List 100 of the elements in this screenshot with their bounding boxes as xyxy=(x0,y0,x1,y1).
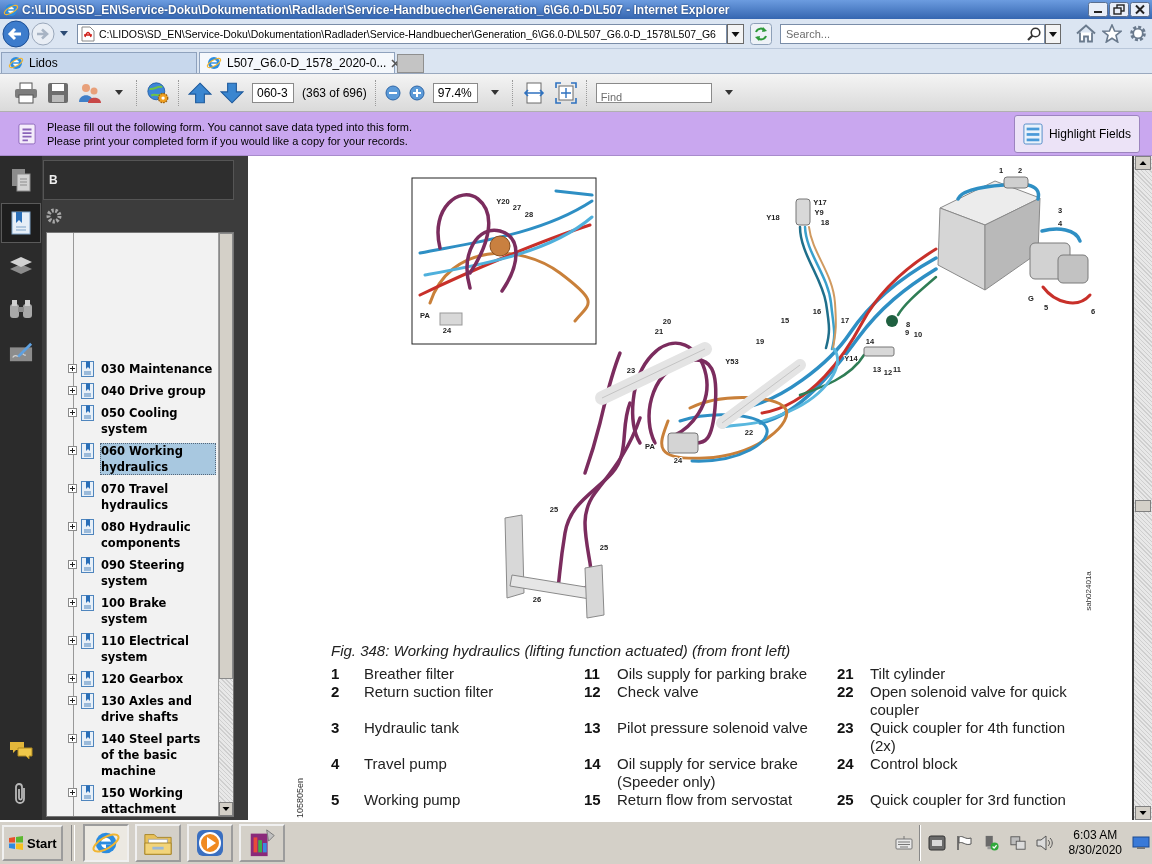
expand-icon[interactable] xyxy=(68,446,77,455)
browser-tab[interactable]: Lidos xyxy=(1,52,197,73)
arrow-down-icon[interactable] xyxy=(220,81,244,104)
bookmark-item[interactable]: 090 Steering system xyxy=(100,557,216,589)
address-field[interactable]: C:\LIDOS\SD_EN\Service-Doku\Dokumentation\Radlader\Service-Handbuecher\Generation_6\G6.0-D\L507_G6.0-D_1578\L507_G6 xyxy=(77,23,727,44)
home-icon[interactable] xyxy=(1076,24,1096,43)
search-dropdown-button[interactable] xyxy=(1045,23,1061,44)
keyboard-icon[interactable] xyxy=(894,835,913,851)
legend-number: 14 xyxy=(584,755,602,773)
expand-icon[interactable] xyxy=(68,636,77,645)
bookmark-item[interactable]: 100 Brake system xyxy=(100,595,216,627)
close-button[interactable] xyxy=(1130,2,1150,17)
page-number-field[interactable]: 060-3 xyxy=(252,82,294,103)
expand-icon[interactable] xyxy=(68,484,77,493)
arrow-up-icon[interactable] xyxy=(188,81,212,104)
bookmark-page-icon xyxy=(81,383,94,399)
taskbar-button[interactable] xyxy=(238,824,285,862)
expand-icon[interactable] xyxy=(68,522,77,531)
bookmark-item[interactable]: 120 Gearbox xyxy=(100,671,185,687)
bookmark-item[interactable]: 140 Steel parts of the basic machine xyxy=(100,731,216,779)
expand-icon[interactable] xyxy=(68,696,77,705)
legend-number: 11 xyxy=(584,665,601,683)
scroll-down-button[interactable] xyxy=(219,802,233,816)
browser-tab[interactable]: L507_G6.0-D_1578_2020-0... xyxy=(199,52,395,73)
figure-caption: Fig. 348: Working hydraulics (lifting function actuated) (from front left) xyxy=(331,642,792,660)
scrollbar-thumb[interactable] xyxy=(219,233,233,679)
fit-page-icon[interactable] xyxy=(553,81,578,104)
hydraulic-hose xyxy=(1040,227,1082,243)
scrollbar-thumb[interactable] xyxy=(1135,500,1151,512)
globe-gear-icon[interactable] xyxy=(146,81,170,104)
bookmark-item[interactable]: 070 Travel hydraulics xyxy=(100,481,216,513)
control-block-drawing xyxy=(667,432,699,454)
caret-icon[interactable] xyxy=(60,31,68,36)
printer-icon[interactable] xyxy=(14,81,38,104)
gear-icon[interactable] xyxy=(46,208,62,224)
scrollbar[interactable] xyxy=(1132,156,1152,820)
bookmark-item[interactable]: 080 Hydraulic components xyxy=(100,519,216,551)
windows-logo-icon xyxy=(8,835,24,851)
legend-text: Travel pump xyxy=(364,755,448,773)
bookmark-item[interactable]: 150 Working attachment xyxy=(100,785,216,817)
expand-icon[interactable] xyxy=(68,734,77,743)
caret-icon[interactable] xyxy=(490,90,499,95)
people-icon[interactable] xyxy=(78,81,102,104)
bookmark-page-icon xyxy=(81,693,94,709)
start-button[interactable]: Start xyxy=(2,825,63,861)
speaker-icon[interactable] xyxy=(1035,835,1054,851)
bookmark-item[interactable]: 130 Axles and drive shafts xyxy=(100,693,216,725)
expand-icon[interactable] xyxy=(68,598,77,607)
legend-text: Pilot pressure solenoid valve xyxy=(617,719,809,737)
sidebar-tab[interactable] xyxy=(1,203,41,243)
expand-icon[interactable] xyxy=(68,788,77,797)
bookmark-item[interactable]: 060 Working hydraulics xyxy=(100,443,216,475)
zoom-in-icon[interactable] xyxy=(408,84,425,101)
network-icon[interactable] xyxy=(1008,835,1027,851)
expand-icon[interactable] xyxy=(68,560,77,569)
flag-icon[interactable] xyxy=(954,835,973,851)
bookmark-page-icon xyxy=(81,633,94,649)
zoom-out-icon[interactable] xyxy=(384,84,401,101)
bookmark-item[interactable]: 030 Maintenance xyxy=(100,361,214,377)
bookmark-item[interactable]: 110 Electrical system xyxy=(100,633,216,665)
star-icon[interactable] xyxy=(1102,24,1122,43)
expand-icon[interactable] xyxy=(68,386,77,395)
back-button[interactable] xyxy=(2,19,30,48)
search-field[interactable]: Search... xyxy=(780,23,1045,44)
signature-icon xyxy=(9,340,33,364)
form-notice-text: Please fill out the following form. You cannot save data typed into this form. xyxy=(47,119,413,134)
caret-icon[interactable] xyxy=(724,90,733,95)
bookmark-item[interactable]: 040 Drive group xyxy=(100,383,207,399)
fit-width-icon[interactable] xyxy=(521,81,546,104)
hydraulic-hose xyxy=(1041,285,1092,305)
window-icon[interactable] xyxy=(927,835,946,851)
scroll-up-button[interactable] xyxy=(1135,156,1151,170)
caret-icon[interactable] xyxy=(115,90,123,95)
pages-icon xyxy=(9,168,33,192)
scrollbar[interactable] xyxy=(218,233,233,816)
legend-number: 24 xyxy=(837,755,855,773)
find-field[interactable]: Find xyxy=(595,82,712,103)
taskbar-button[interactable] xyxy=(82,824,129,862)
highlight-fields-button[interactable]: Highlight Fields xyxy=(1013,114,1140,153)
taskbar-button[interactable] xyxy=(186,824,233,862)
address-dropdown-button[interactable] xyxy=(727,23,744,44)
legend-text: Control block xyxy=(870,755,959,773)
settings-icon[interactable] xyxy=(1128,24,1148,43)
expand-icon[interactable] xyxy=(68,364,77,373)
zoom-field[interactable]: 97.4% xyxy=(432,82,478,103)
save-icon[interactable] xyxy=(46,81,70,104)
legend-text: Open solenoid valve for quick coupler xyxy=(870,683,1068,719)
search-icon[interactable] xyxy=(1027,26,1041,41)
legend-text: Return suction filter xyxy=(364,683,495,701)
scroll-down-button[interactable] xyxy=(1135,806,1151,820)
bookmark-item[interactable]: 050 Cooling system xyxy=(100,405,216,437)
expand-icon[interactable] xyxy=(68,674,77,683)
minimize-button[interactable] xyxy=(1088,2,1108,17)
expand-icon[interactable] xyxy=(68,408,77,417)
bookmark-page-icon xyxy=(81,557,94,573)
bookmark-page-icon xyxy=(81,595,94,611)
document-icon xyxy=(18,122,36,145)
monitor-icon[interactable] xyxy=(1132,836,1150,850)
restore-button[interactable] xyxy=(1109,2,1129,17)
refresh-button[interactable] xyxy=(750,22,772,45)
